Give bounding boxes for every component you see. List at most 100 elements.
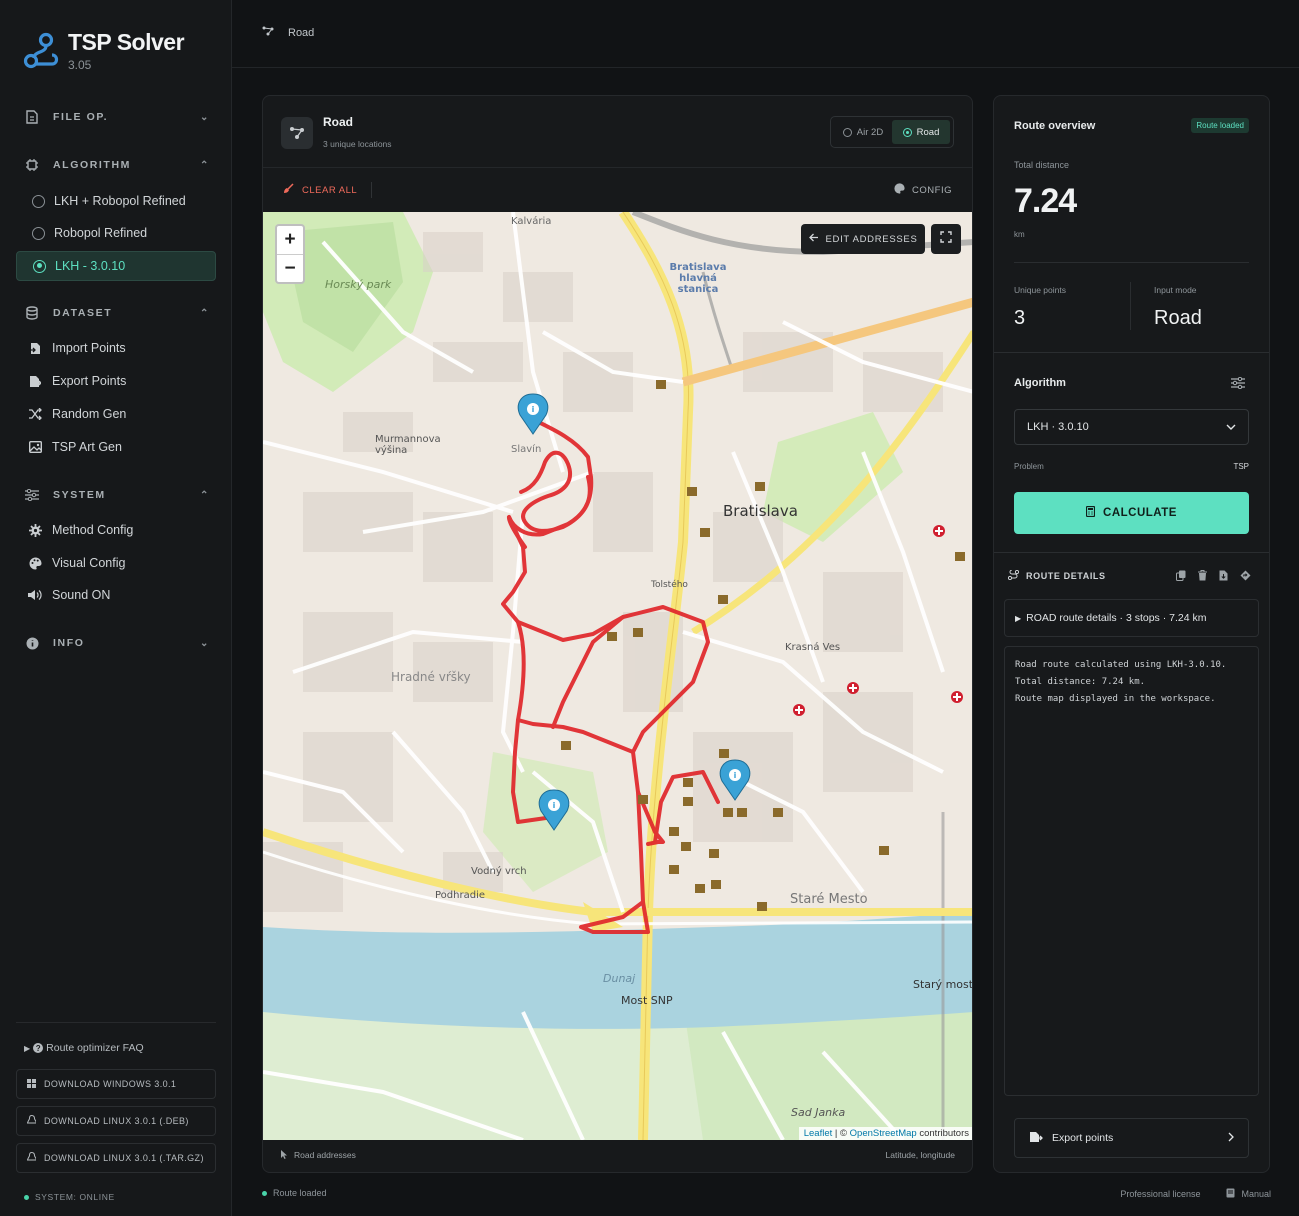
- route-summary-toggle[interactable]: ▶ ROAD route details · 3 stops · 7.24 km: [1004, 599, 1259, 637]
- mode-label: Road: [916, 126, 940, 138]
- map-label-podhradie: Podhradie: [435, 890, 485, 901]
- algorithm-option-label: LKH - 3.0.10: [55, 259, 126, 273]
- route-icon: [1007, 569, 1020, 582]
- file-export-icon: [1029, 1131, 1043, 1146]
- map-label-murmannova: Murmannova výšina: [375, 434, 441, 456]
- menu-method-config[interactable]: Method Config: [28, 518, 218, 542]
- divider: [1130, 282, 1131, 330]
- download-label: DOWNLOAD LINUX 3.0.1 (.DEB): [44, 1116, 189, 1126]
- algorithm-option-robopol[interactable]: Robopol Refined: [16, 218, 216, 248]
- mode-label: Air 2D: [856, 126, 884, 138]
- clear-all-button[interactable]: CLEAR ALL: [283, 183, 357, 197]
- map-tiles: i i i: [263, 212, 972, 1140]
- menu-label: TSP Art Gen: [52, 440, 122, 454]
- image-icon: [28, 440, 42, 454]
- caret-right-icon: ▶: [1015, 613, 1022, 623]
- status-dot: [262, 1190, 267, 1196]
- mode-road[interactable]: Road: [892, 120, 950, 144]
- menu-random-gen[interactable]: Random Gen: [28, 402, 218, 426]
- clear-all-label: CLEAR ALL: [302, 184, 358, 196]
- map-view[interactable]: i i i Bratislava Staré Mesto Dunaj Most …: [263, 212, 972, 1140]
- route-overview-panel: Route overview Route loaded Total distan…: [993, 95, 1270, 1173]
- manual-link[interactable]: Manual: [1226, 1188, 1271, 1200]
- chevron-right-icon: [1228, 1132, 1234, 1145]
- edit-addresses-button[interactable]: EDIT ADDRESSES: [801, 224, 925, 254]
- menu-label: Visual Config: [52, 556, 126, 570]
- section-info[interactable]: INFO ⌄: [24, 632, 210, 654]
- mode-toggle: Air 2D Road: [830, 116, 954, 148]
- directions-icon[interactable]: [1240, 568, 1251, 586]
- menu-label: Random Gen: [52, 407, 127, 421]
- export-points-button[interactable]: Export points: [1014, 1118, 1249, 1158]
- menu-label: Import Points: [52, 341, 126, 355]
- input-mode-value: Road: [1154, 307, 1202, 329]
- breadcrumb: Road: [262, 26, 314, 39]
- algorithm-option-lkh[interactable]: LKH - 3.0.10: [16, 251, 216, 281]
- status-dot: [24, 1194, 29, 1200]
- route-icon: [262, 26, 274, 39]
- app-version: 3.05: [68, 58, 92, 72]
- menu-visual-config[interactable]: Visual Config: [28, 551, 218, 575]
- menu-sound[interactable]: Sound ON: [28, 583, 218, 607]
- gear-icon: [28, 523, 42, 537]
- trash-icon[interactable]: [1198, 568, 1207, 586]
- map-label-vodny-vrch: Vodný vrch: [471, 866, 527, 877]
- chevron-up-icon: ⌃: [200, 489, 210, 501]
- total-distance-label: Total distance: [1014, 160, 1070, 170]
- chevron-up-icon: ⌃: [200, 307, 210, 319]
- log-line: Road route calculated using LKH-3.0.10.: [1015, 660, 1227, 670]
- app-title: TSP Solver: [68, 29, 185, 55]
- chevron-up-icon: ⌃: [200, 159, 210, 171]
- map-label-tolsteho: Tolstého: [651, 580, 688, 590]
- map-label-hradne-vrsky: Hradné vŕšky: [391, 670, 471, 684]
- calculator-icon: [1085, 505, 1096, 520]
- algorithm-select[interactable]: LKH · 3.0.10: [1014, 409, 1249, 445]
- manual-label: Manual: [1241, 1189, 1271, 1199]
- database-icon: [24, 305, 40, 321]
- edit-addresses-label: EDIT ADDRESSES: [825, 233, 918, 245]
- svg-text:i: i: [734, 771, 737, 780]
- menu-import-points[interactable]: Import Points: [28, 336, 218, 360]
- download-linux-targz-button[interactable]: DOWNLOAD LINUX 3.0.1 (.TAR.GZ): [16, 1143, 216, 1173]
- section-file-op[interactable]: FILE OP. ⌄: [24, 106, 210, 128]
- mode-air-2d[interactable]: Air 2D: [834, 120, 892, 144]
- menu-label: Method Config: [52, 523, 134, 537]
- zoom-in-button[interactable]: +: [277, 226, 303, 254]
- map-label-most-snp: Most SNP: [621, 994, 673, 1007]
- settings-sliders-icon[interactable]: [1231, 376, 1245, 394]
- map-label-stare-mesto: Staré Mesto: [790, 892, 868, 907]
- log-line: Total distance: 7.24 km.: [1015, 677, 1146, 687]
- bottom-status-label: Route loaded: [273, 1188, 327, 1198]
- divider: [994, 552, 1269, 553]
- route-log: Road route calculated using LKH-3.0.10. …: [1004, 646, 1259, 1096]
- section-system[interactable]: SYSTEM ⌃: [24, 484, 210, 506]
- caret-right-icon: ▶: [24, 1043, 31, 1053]
- map-label-horsky-park: Horský park: [325, 278, 392, 291]
- menu-label: Sound ON: [52, 588, 111, 602]
- menu-export-points[interactable]: Export Points: [28, 369, 218, 393]
- faq-toggle[interactable]: ▶ ? Route optimizer FAQ: [24, 1042, 144, 1054]
- file-download-icon[interactable]: [1219, 568, 1228, 586]
- zoom-out-button[interactable]: −: [277, 254, 303, 282]
- system-status-label: SYSTEM: ONLINE: [35, 1192, 115, 1202]
- fullscreen-button[interactable]: [931, 224, 961, 254]
- menu-tsp-art-gen[interactable]: TSP Art Gen: [28, 435, 218, 459]
- file-export-icon: [28, 374, 42, 388]
- config-button[interactable]: CONFIG: [894, 183, 952, 197]
- unique-points-label: Unique points: [1014, 285, 1066, 295]
- section-dataset[interactable]: DATASET ⌃: [24, 302, 210, 324]
- calculate-button[interactable]: CALCULATE: [1014, 492, 1249, 534]
- download-windows-button[interactable]: DOWNLOAD WINDOWS 3.0.1: [16, 1069, 216, 1099]
- algorithm-option-lkh-robopol[interactable]: LKH + Robopol Refined: [16, 186, 216, 216]
- copy-icon[interactable]: [1176, 568, 1186, 586]
- download-linux-deb-button[interactable]: DOWNLOAD LINUX 3.0.1 (.DEB): [16, 1106, 216, 1136]
- footer-right-label: Latitude, longitude: [885, 1150, 955, 1160]
- log-line: Route map displayed in the workspace.: [1015, 694, 1216, 704]
- map-label-slavin: Slavín: [511, 444, 542, 455]
- section-label: SYSTEM: [53, 489, 106, 501]
- config-label: CONFIG: [912, 184, 952, 196]
- radio-icon: [902, 127, 912, 137]
- section-label: ALGORITHM: [53, 159, 131, 171]
- section-algorithm[interactable]: ALGORITHM ⌃: [24, 154, 210, 176]
- breadcrumb-label: Road: [288, 26, 315, 39]
